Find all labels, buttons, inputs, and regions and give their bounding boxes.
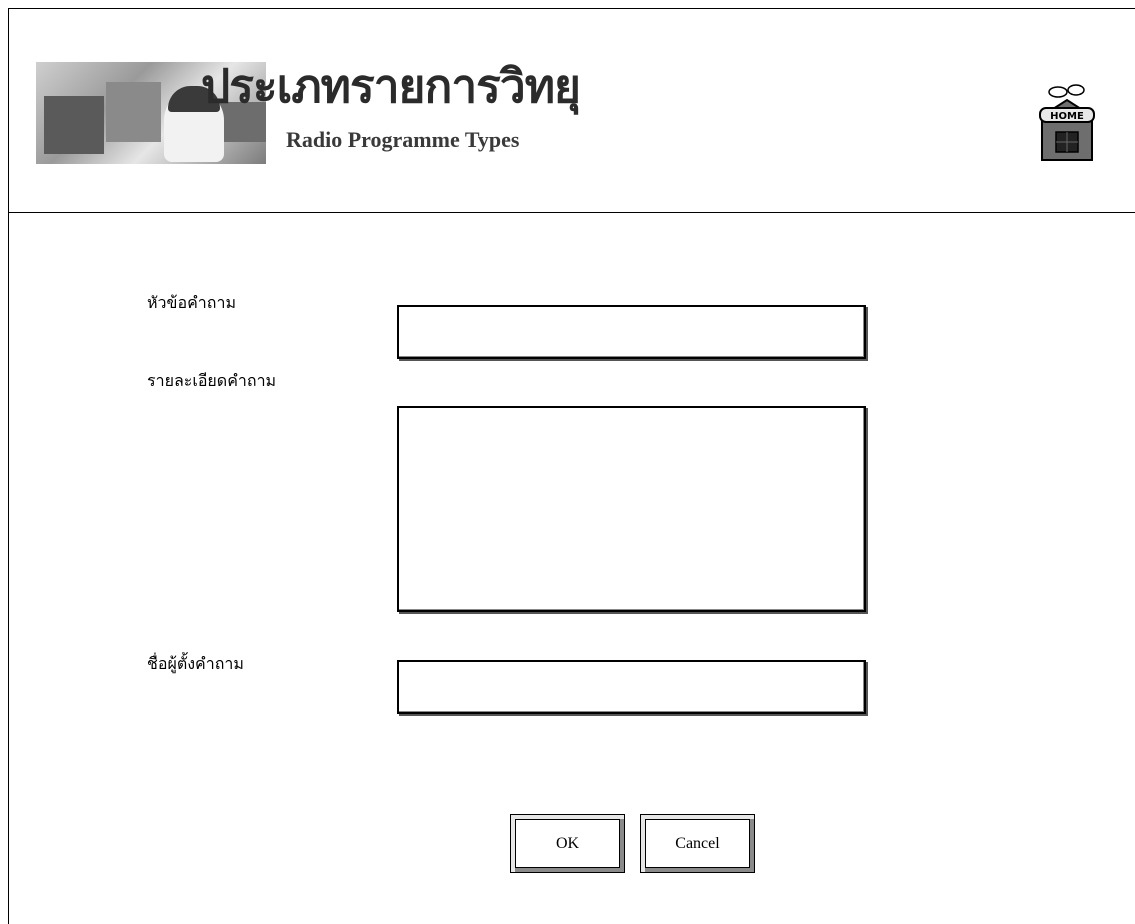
- home-button[interactable]: HOME: [1036, 82, 1098, 168]
- banner: ประเภทรายการวิทยุ Radio Programme Types: [36, 59, 581, 164]
- cancel-button[interactable]: Cancel: [640, 814, 755, 873]
- author-input[interactable]: [397, 660, 866, 714]
- subject-label: หัวข้อคำถาม: [147, 295, 236, 312]
- subject-input[interactable]: [397, 305, 866, 359]
- home-icon: HOME: [1039, 84, 1095, 161]
- banner-title-english: Radio Programme Types: [286, 127, 520, 152]
- home-text: HOME: [1050, 111, 1084, 122]
- author-label: ชื่อผู้ตั้งคำถาม: [147, 656, 244, 673]
- detail-label: รายละเอียดคำถาม: [147, 373, 277, 390]
- detail-textarea[interactable]: [397, 406, 866, 612]
- ok-button[interactable]: OK: [510, 814, 625, 873]
- banner-title-thai: ประเภทรายการวิทยุ: [201, 59, 581, 113]
